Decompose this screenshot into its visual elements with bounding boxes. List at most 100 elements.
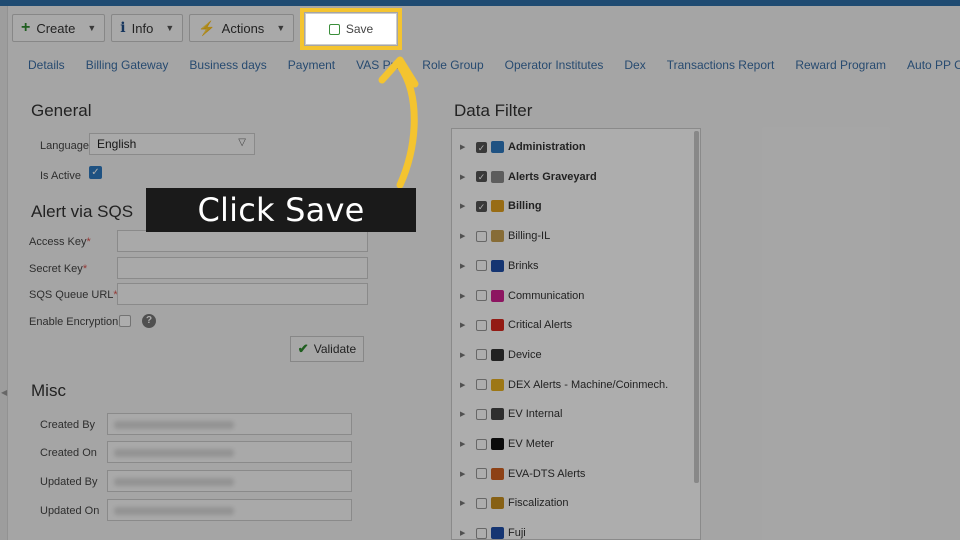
data-filter-tree: ▶ ✓ Administration ▶ ✓ Alerts Graveyard ▶ ✓ Bill… bbox=[451, 128, 701, 540]
tree-node[interactable]: ▶ ✓ Billing bbox=[452, 197, 542, 215]
tree-node-checkbox[interactable]: ✓ bbox=[476, 171, 487, 183]
expand-arrow-icon[interactable]: ▶ bbox=[460, 173, 470, 181]
left-collapse-rail[interactable]: ◀ bbox=[0, 6, 8, 540]
created-by-field bbox=[107, 413, 352, 435]
tree-node[interactable]: ▶ Fiscalization bbox=[452, 494, 569, 512]
tree-node-checkbox[interactable] bbox=[476, 349, 487, 361]
tree-node[interactable]: ▶ ✓ Alerts Graveyard bbox=[452, 168, 597, 186]
expand-arrow-icon[interactable]: ▶ bbox=[460, 470, 470, 478]
tab-payment[interactable]: Payment bbox=[288, 58, 335, 72]
access-key-field[interactable] bbox=[117, 230, 368, 252]
tree-node-checkbox[interactable]: ✓ bbox=[476, 141, 487, 153]
actions-button-label: Actions bbox=[221, 20, 265, 36]
enable-encryption-checkbox[interactable] bbox=[119, 315, 131, 327]
chevron-down-icon[interactable]: ▼ bbox=[276, 23, 285, 33]
tree-node-checkbox[interactable] bbox=[476, 260, 487, 272]
signal-icon bbox=[491, 289, 504, 302]
tree-node[interactable]: ▶ EVA-DTS Alerts bbox=[452, 465, 585, 483]
chevron-down-icon[interactable]: ▼ bbox=[165, 23, 174, 33]
created-by-label: Created By bbox=[40, 419, 96, 431]
tree-node-label: Billing-IL bbox=[508, 230, 551, 243]
create-button-label: Create bbox=[36, 20, 76, 36]
language-value: English bbox=[97, 137, 137, 151]
tree-node-checkbox[interactable] bbox=[476, 379, 487, 391]
tree-node[interactable]: ▶ DEX Alerts - Machine/Coinmech. bbox=[452, 376, 668, 394]
tab-reward-program[interactable]: Reward Program bbox=[795, 58, 886, 72]
tree-node-label: EVA-DTS Alerts bbox=[508, 467, 586, 480]
ev-meter-icon bbox=[491, 438, 504, 450]
help-icon[interactable]: ? bbox=[142, 314, 156, 328]
expand-arrow-icon[interactable]: ▶ bbox=[460, 440, 470, 448]
tree-node-checkbox[interactable] bbox=[476, 290, 487, 301]
validate-button[interactable]: ✔ Validate bbox=[290, 336, 364, 362]
save-button[interactable]: Save bbox=[305, 13, 397, 45]
chevron-down-icon: ▽ bbox=[238, 137, 246, 148]
tree-node-checkbox[interactable] bbox=[476, 468, 487, 480]
expand-arrow-icon[interactable]: ▶ bbox=[460, 292, 470, 300]
tree-node-label: EV Meter bbox=[508, 438, 554, 450]
created-on-field bbox=[107, 441, 352, 463]
tree-node-checkbox[interactable] bbox=[476, 527, 487, 539]
tab-details[interactable]: Details bbox=[28, 58, 65, 72]
sqs-queue-url-field[interactable] bbox=[117, 283, 368, 305]
tree-node-checkbox[interactable] bbox=[476, 319, 487, 331]
redacted-value bbox=[114, 478, 234, 486]
general-section-title: General bbox=[31, 101, 92, 120]
expand-arrow-icon[interactable]: ▶ bbox=[460, 232, 470, 240]
tree-node[interactable]: ▶ ✓ Administration bbox=[452, 138, 586, 156]
warning-icon bbox=[491, 319, 504, 332]
ev-internal-icon bbox=[491, 408, 504, 421]
checkmark-icon: ✔ bbox=[297, 341, 309, 356]
info-icon: i bbox=[120, 20, 126, 36]
expand-arrow-icon[interactable]: ▶ bbox=[460, 381, 470, 389]
tab-operator-institutes[interactable]: Operator Institutes bbox=[505, 58, 604, 72]
info-button-label: Info bbox=[131, 20, 154, 36]
tree-node-checkbox[interactable] bbox=[476, 408, 487, 420]
tree-node[interactable]: ▶ Fuji bbox=[452, 524, 526, 539]
tab-auto-pp[interactable]: Auto PP C bbox=[907, 58, 960, 72]
tab-transactions-report[interactable]: Transactions Report bbox=[667, 58, 775, 72]
tree-node-checkbox[interactable] bbox=[476, 438, 487, 450]
is-active-checkbox[interactable]: ✓ bbox=[89, 166, 102, 179]
enable-encryption-label: Enable Encryption bbox=[29, 316, 119, 328]
tree-node-checkbox[interactable] bbox=[476, 230, 487, 242]
access-key-label: Access Key* bbox=[29, 236, 91, 248]
tab-business-days[interactable]: Business days bbox=[189, 58, 266, 72]
actions-button[interactable]: ⚡ Actions ▼ bbox=[189, 14, 295, 42]
tree-node[interactable]: ▶ Billing-IL bbox=[452, 227, 550, 245]
secret-key-field[interactable] bbox=[117, 257, 368, 279]
tree-node[interactable]: ▶ Device bbox=[452, 346, 542, 364]
expand-arrow-icon[interactable]: ▶ bbox=[460, 143, 470, 151]
lightning-icon: ⚡ bbox=[198, 19, 216, 36]
eva-dts-icon bbox=[491, 467, 504, 480]
language-select[interactable]: English ▽ bbox=[89, 133, 255, 155]
tree-node[interactable]: ▶ Brinks bbox=[452, 257, 539, 275]
expand-arrow-icon[interactable]: ▶ bbox=[460, 351, 470, 359]
tab-dex[interactable]: Dex bbox=[624, 58, 645, 72]
plus-icon: + bbox=[21, 19, 31, 36]
tree-node-label: Brinks bbox=[508, 259, 539, 272]
expand-arrow-icon[interactable]: ▶ bbox=[460, 262, 470, 270]
tree-node[interactable]: ▶ Communication bbox=[452, 287, 584, 305]
collapse-arrow-icon[interactable]: ◀ bbox=[1, 388, 7, 397]
info-button[interactable]: i Info ▼ bbox=[111, 14, 184, 42]
create-button[interactable]: + Create ▼ bbox=[12, 14, 106, 42]
tree-node-checkbox[interactable] bbox=[476, 497, 487, 509]
tree-node[interactable]: ▶ Critical Alerts bbox=[452, 316, 572, 334]
expand-arrow-icon[interactable]: ▶ bbox=[460, 529, 470, 537]
tree-node-checkbox[interactable]: ✓ bbox=[476, 200, 487, 212]
tab-bar: Details Billing Gateway Business days Pa… bbox=[28, 58, 960, 72]
updated-on-field bbox=[107, 499, 352, 521]
pointer-arrow-icon bbox=[378, 56, 419, 189]
tree-node[interactable]: ▶ EV Meter bbox=[452, 435, 554, 453]
expand-arrow-icon[interactable]: ▶ bbox=[460, 321, 470, 329]
chevron-down-icon[interactable]: ▼ bbox=[87, 23, 96, 33]
toolbar: + Create ▼ i Info ▼ ⚡ Actions ▼ bbox=[12, 14, 295, 44]
expand-arrow-icon[interactable]: ▶ bbox=[460, 499, 470, 507]
expand-arrow-icon[interactable]: ▶ bbox=[460, 410, 470, 418]
tab-billing-gateway[interactable]: Billing Gateway bbox=[86, 58, 169, 72]
tree-scrollbar[interactable] bbox=[694, 131, 699, 483]
updated-by-field bbox=[107, 470, 352, 492]
expand-arrow-icon[interactable]: ▶ bbox=[460, 202, 470, 210]
tree-node[interactable]: ▶ EV Internal bbox=[452, 405, 562, 423]
